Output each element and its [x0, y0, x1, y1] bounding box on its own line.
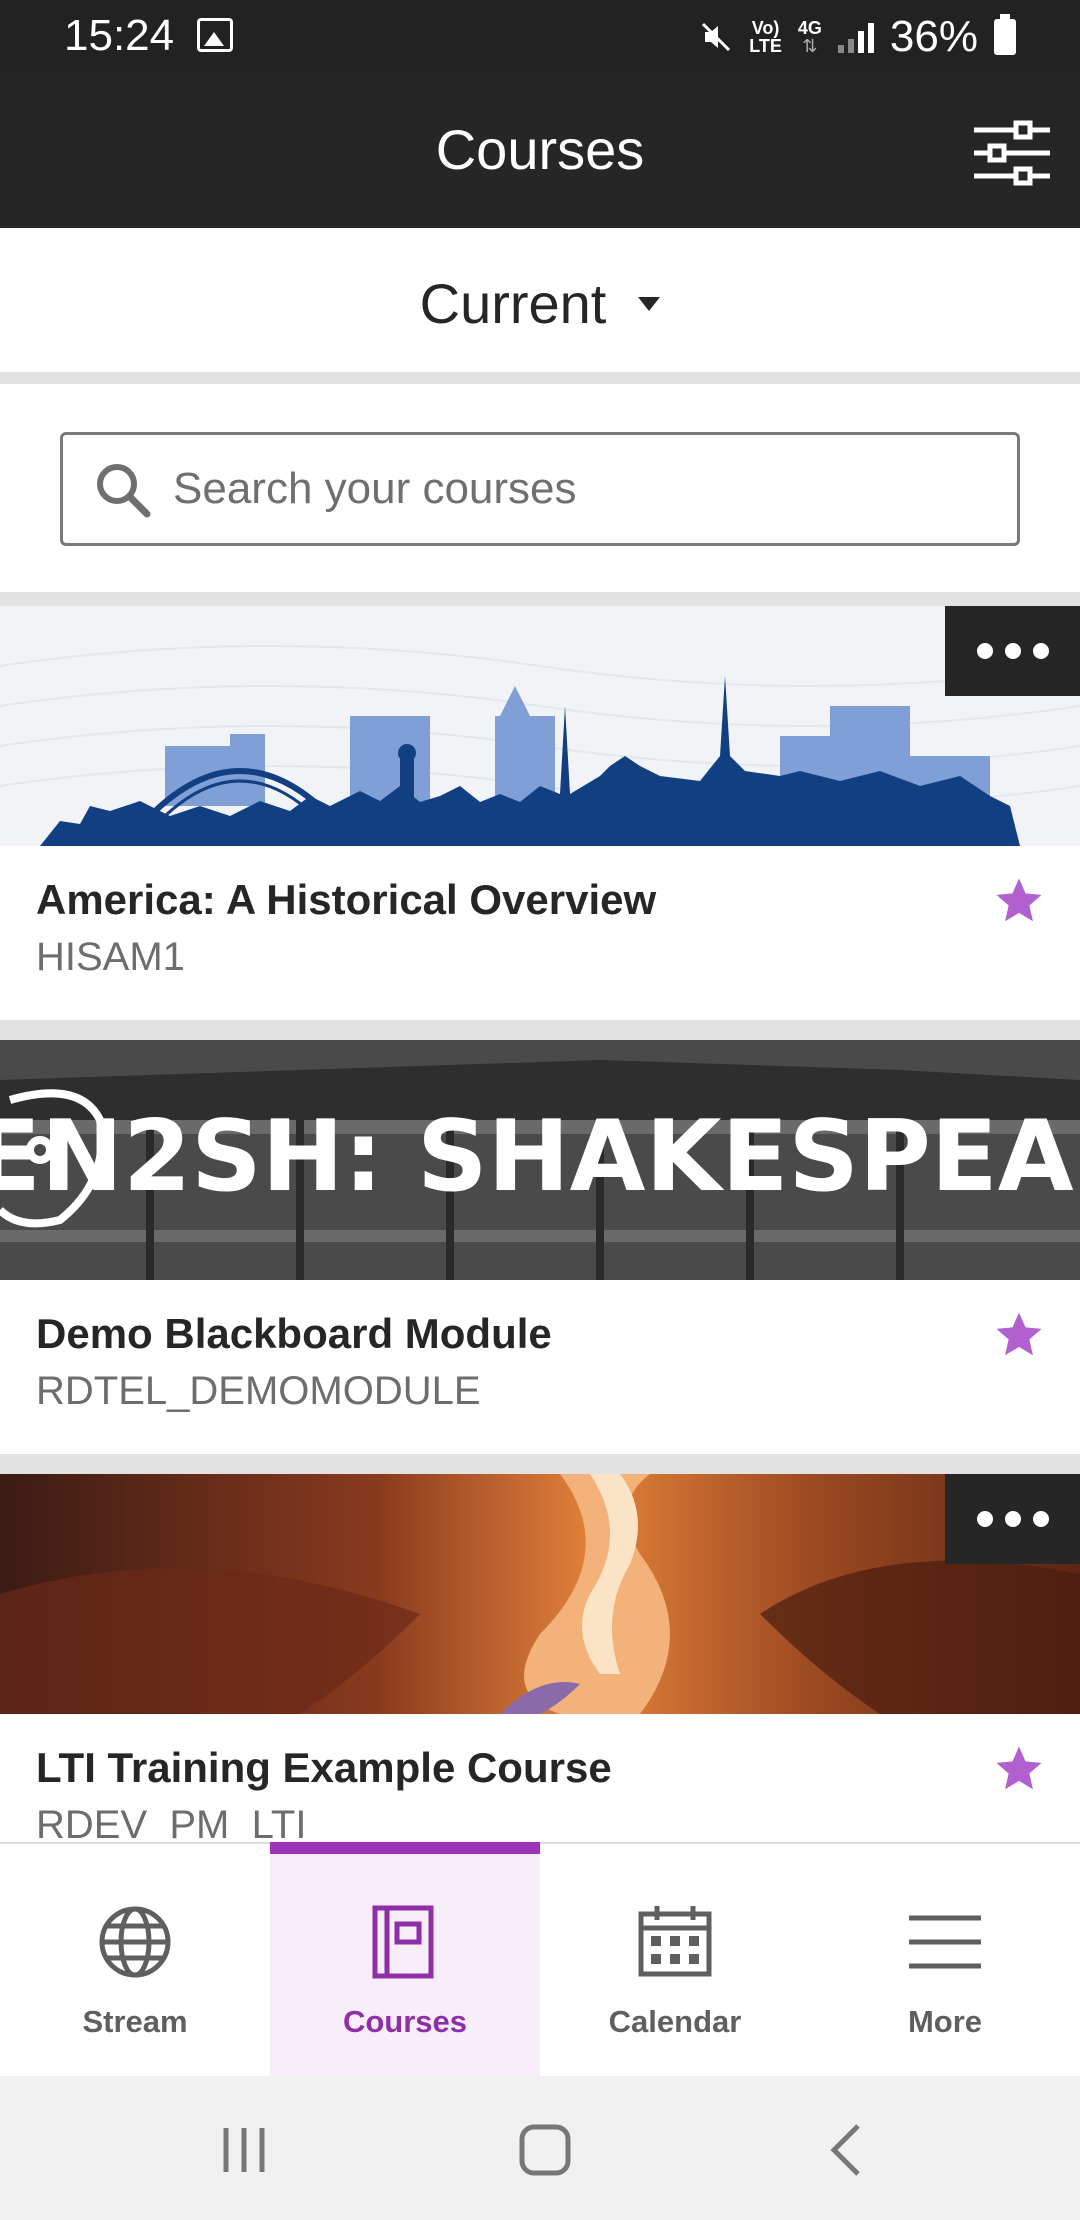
data-arrows-icon: ⇅ — [802, 36, 818, 56]
nav-calendar[interactable]: Calendar — [540, 1844, 810, 2076]
course-code: RDTEL_DEMOMODULE — [36, 1369, 481, 1413]
nav-courses[interactable]: Courses — [270, 1842, 540, 2076]
gallery-icon — [197, 18, 233, 52]
skyline-illustration — [0, 645, 1080, 846]
course-card[interactable]: America: A Historical Overview HISAM1 — [0, 606, 1080, 1020]
banner-text: EN2SH: SHAKESPEARE — [0, 1100, 1080, 1214]
menu-icon — [909, 1915, 981, 1969]
status-icons: Vo) LTE 4G ⇅ 36% — [699, 12, 1016, 62]
course-title: LTI Training Example Course — [36, 1744, 612, 1791]
globe-icon — [99, 1906, 171, 1978]
back-icon[interactable] — [818, 2120, 878, 2180]
course-card[interactable]: LTI Training Example Course RDEV_PM_LTI — [0, 1474, 1080, 1842]
divider — [0, 1454, 1080, 1474]
globe-theatre-illustration: EN2SH: SHAKESPEARE — [0, 1040, 1080, 1280]
course-code: HISAM1 — [36, 935, 185, 979]
dot-icon — [1032, 643, 1049, 659]
signal-icon — [837, 21, 874, 53]
course-title: Demo Blackboard Module — [36, 1310, 552, 1357]
term-dropdown-label: Current — [419, 272, 607, 335]
dot-icon — [1004, 643, 1021, 659]
recent-apps-icon[interactable] — [214, 2120, 274, 2180]
course-card[interactable]: EN2SH: SHAKESPEARE Demo Blackboard Modul… — [0, 1040, 1080, 1454]
divider — [0, 372, 1080, 384]
course-menu-button[interactable] — [945, 1474, 1080, 1564]
term-dropdown[interactable]: Current — [0, 270, 1080, 338]
search-input[interactable] — [173, 464, 993, 514]
battery-percent: 36% — [889, 12, 978, 61]
star-icon[interactable] — [992, 1308, 1046, 1362]
mute-icon — [702, 22, 731, 52]
course-banner-canyon — [0, 1474, 1080, 1714]
sliders-icon[interactable] — [974, 120, 1050, 186]
divider — [0, 1020, 1080, 1040]
bottom-navigation: Stream Courses Calendar More — [0, 1842, 1080, 2076]
star-icon[interactable] — [992, 874, 1046, 928]
battery-icon — [994, 14, 1016, 55]
home-icon[interactable] — [515, 2120, 575, 2180]
course-title: America: A Historical Overview — [36, 876, 657, 923]
search-box[interactable] — [60, 432, 1020, 546]
page-title: Courses — [435, 118, 645, 181]
search-icon — [97, 464, 151, 518]
dot-icon — [976, 643, 993, 659]
app-header: Courses — [0, 72, 1080, 228]
volte-icon: Vo) LTE — [749, 18, 782, 56]
calendar-icon — [638, 1906, 712, 1977]
nav-label: Stream — [82, 2004, 188, 2039]
status-time: 15:24 — [64, 11, 175, 60]
network-type: 4G ⇅ — [797, 18, 822, 56]
dot-icon — [1032, 1511, 1049, 1527]
term-filter-bar: Current — [0, 236, 1080, 372]
search-area — [0, 384, 1080, 592]
dot-icon — [1004, 1511, 1021, 1527]
course-banner-shakespeare: EN2SH: SHAKESPEARE — [0, 1040, 1080, 1280]
nav-label: Courses — [342, 2004, 468, 2039]
course-menu-button[interactable] — [945, 606, 1080, 696]
caret-down-icon — [638, 297, 661, 312]
divider — [0, 592, 1080, 606]
course-banner-skyline — [0, 606, 1080, 846]
nav-stream[interactable]: Stream — [0, 1844, 270, 2076]
book-icon — [372, 1905, 434, 1979]
dot-icon — [976, 1511, 993, 1527]
system-navigation-bar — [0, 2076, 1080, 2220]
star-icon[interactable] — [992, 1742, 1046, 1796]
course-code: RDEV_PM_LTI — [36, 1803, 307, 1842]
status-bar: 15:24 Vo) LTE 4G ⇅ 36% — [0, 0, 1080, 72]
nav-label: Calendar — [608, 2004, 742, 2039]
nav-more[interactable]: More — [810, 1844, 1080, 2076]
nav-label: More — [907, 2004, 983, 2039]
canyon-illustration — [0, 1474, 1080, 1714]
